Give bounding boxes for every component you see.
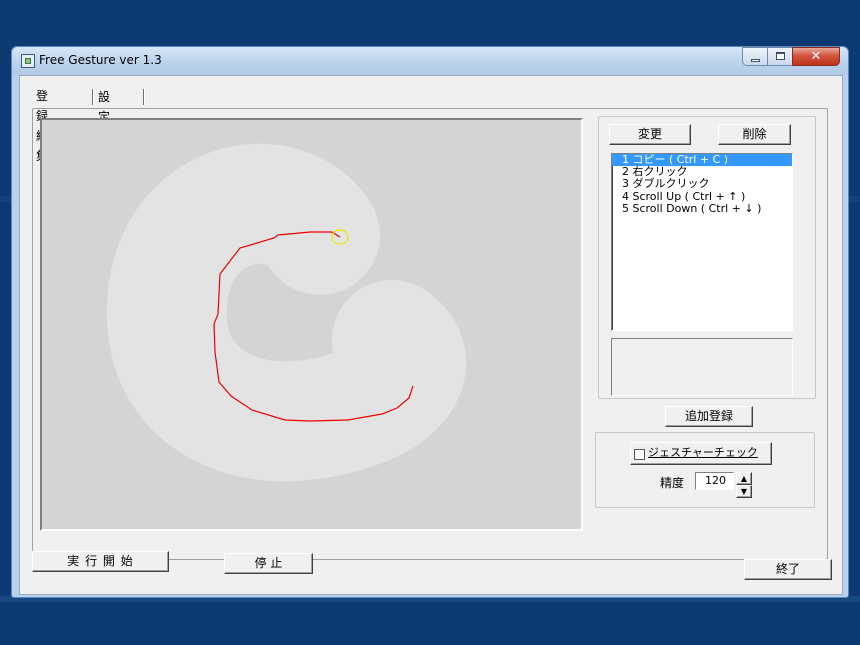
precision-down-button[interactable]: ▼ bbox=[736, 485, 752, 498]
list-item[interactable]: 5 Scroll Down ( Ctrl + ↓ ) bbox=[612, 202, 792, 215]
add-register-button[interactable]: 追加登録 bbox=[665, 406, 753, 427]
arrow-down-icon: ▼ bbox=[740, 487, 748, 496]
maximize-icon bbox=[776, 52, 785, 60]
stop-button[interactable]: 停 止 bbox=[224, 553, 313, 574]
list-item[interactable]: 3 ダブルクリック bbox=[612, 178, 792, 190]
exit-button[interactable]: 終了 bbox=[744, 559, 832, 580]
gesture-list[interactable]: 1 コピー ( Ctrl + C ) 2 右クリック 3 ダブルクリック 4 S… bbox=[611, 153, 793, 331]
description-box bbox=[611, 338, 793, 396]
client-area: 登録編集 設 定 変更 削除 1 コピー ( Ctrl + C ) 2 右クリッ… bbox=[19, 75, 843, 595]
delete-button[interactable]: 削除 bbox=[718, 124, 791, 145]
arrow-up-icon: ▲ bbox=[740, 474, 748, 483]
precision-label: 精度 bbox=[660, 476, 685, 490]
gesture-check-checkbox[interactable] bbox=[634, 449, 645, 460]
maximize-button[interactable] bbox=[767, 47, 793, 66]
gesture-drawing bbox=[106, 143, 466, 482]
window-title: Free Gesture ver 1.3 bbox=[39, 53, 162, 67]
app-icon[interactable] bbox=[21, 54, 35, 68]
minimize-button[interactable] bbox=[742, 47, 768, 66]
tab-register-edit[interactable]: 登録編集 bbox=[32, 86, 52, 163]
close-icon: ✕ bbox=[810, 49, 822, 64]
change-button[interactable]: 変更 bbox=[609, 124, 691, 145]
minimize-icon bbox=[751, 59, 760, 62]
precision-input[interactable]: 120 bbox=[695, 472, 734, 490]
list-item[interactable]: 4 Scroll Up ( Ctrl + ↑ ) bbox=[612, 190, 792, 203]
tab-settings[interactable]: 設 定 bbox=[94, 87, 114, 124]
tab-separator bbox=[143, 89, 145, 105]
precision-up-button[interactable]: ▲ bbox=[736, 472, 752, 485]
gesture-canvas[interactable] bbox=[40, 118, 583, 531]
app-window: Free Gesture ver 1.3 ✕ 登録編集 設 定 bbox=[11, 46, 849, 598]
gesture-check-label[interactable]: ジェスチャーチェック bbox=[648, 445, 758, 461]
close-button[interactable]: ✕ bbox=[792, 47, 840, 66]
start-button[interactable]: 実 行 開 始 bbox=[32, 551, 169, 572]
title-bar[interactable]: Free Gesture ver 1.3 ✕ bbox=[12, 47, 848, 75]
gesture-guide-shape bbox=[106, 143, 466, 482]
